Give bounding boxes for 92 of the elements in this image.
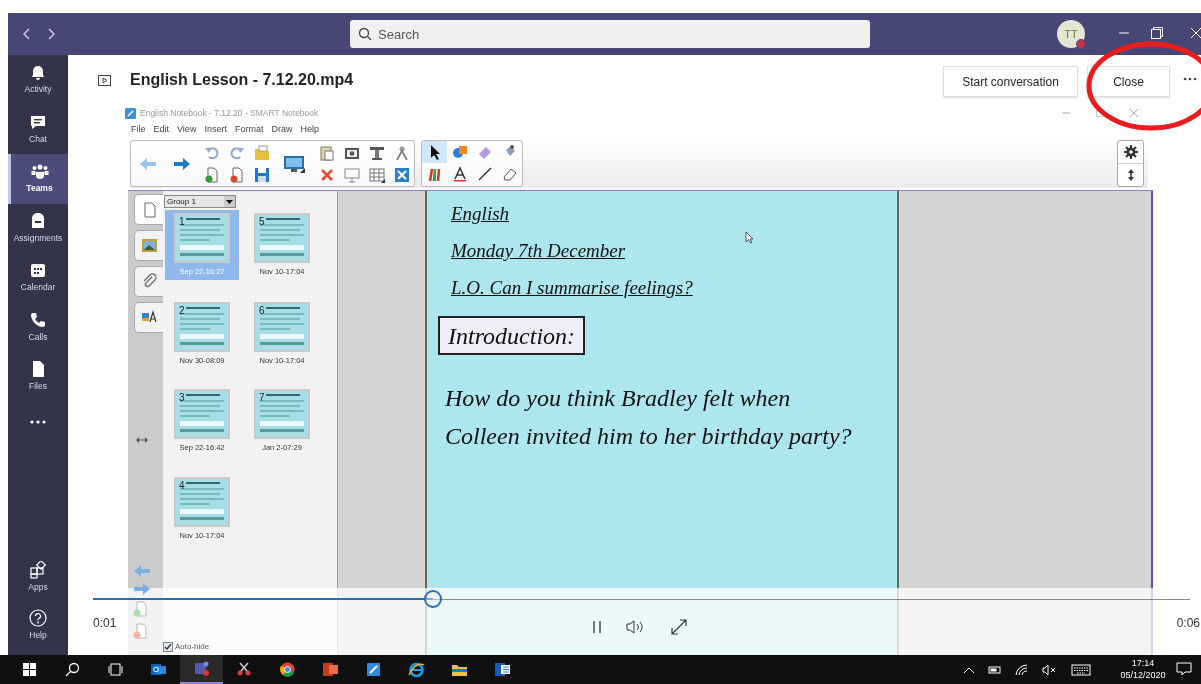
more-options-icon[interactable]	[1183, 77, 1197, 81]
gallery-icon[interactable]	[140, 237, 158, 254]
wifi-icon[interactable]	[1015, 663, 1029, 676]
page-number: 7	[259, 391, 265, 405]
bell-icon	[29, 63, 47, 82]
menu-item[interactable]: Draw	[271, 122, 293, 137]
slides-app-icon[interactable]	[322, 661, 339, 678]
delete-icon[interactable]	[318, 166, 335, 183]
search-field[interactable]: Search	[350, 20, 870, 48]
people-icon	[30, 162, 49, 181]
page-number: 3	[179, 391, 185, 405]
menu-item[interactable]: View	[177, 122, 197, 137]
battery-icon[interactable]	[988, 664, 1002, 675]
apps-icon	[29, 560, 47, 579]
paste-icon[interactable]	[318, 144, 335, 161]
menu-item[interactable]: Insert	[204, 122, 227, 137]
resize-arrows-icon[interactable]	[136, 437, 148, 443]
rail-item[interactable]: Teams	[8, 154, 68, 204]
text-icon[interactable]	[451, 166, 468, 182]
slide-heading: Monday 7th December	[451, 239, 626, 263]
table-icon[interactable]	[368, 166, 385, 183]
compass-icon[interactable]	[393, 144, 410, 161]
rail-item[interactable]: Calendar	[8, 253, 68, 303]
back-icon[interactable]	[22, 27, 32, 41]
forward-icon[interactable]	[46, 27, 56, 41]
dropdown-caret-icon[interactable]	[224, 196, 235, 207]
page-number: 1	[179, 215, 185, 229]
windows-icon[interactable]	[21, 661, 38, 678]
close-button[interactable]: Close	[1087, 66, 1170, 97]
shape-eraser-icon[interactable]	[501, 166, 518, 182]
scissors-icon[interactable]	[236, 661, 253, 678]
notification-icon[interactable]	[1176, 661, 1192, 677]
slide-heading: L.O. Can I summarise feelings?	[451, 276, 693, 300]
seek-thumb[interactable]	[424, 590, 443, 608]
menu-item[interactable]: Format	[234, 122, 264, 137]
clock[interactable]: 17:14 05/12/2020	[1118, 657, 1168, 681]
calendar-icon	[29, 261, 47, 280]
page-number: 4	[179, 479, 185, 493]
mouse-pointer-icon	[745, 231, 754, 244]
add-page-icon[interactable]	[203, 166, 220, 183]
elapsed-time: 0:01	[93, 615, 117, 632]
rail-item[interactable]: Apps	[8, 553, 68, 601]
page-number: 5	[259, 215, 265, 229]
pens-icon[interactable]	[426, 166, 443, 182]
globe-browser-icon[interactable]	[408, 661, 425, 678]
page-number: 2	[179, 304, 185, 318]
pause-icon[interactable]	[592, 620, 602, 634]
line-icon[interactable]	[476, 166, 493, 182]
notebook-window-title: English Notebook - 7.12.20 - SMART Notebook	[140, 107, 319, 120]
bag-icon	[29, 211, 47, 230]
search-icon	[358, 27, 372, 41]
rail-item[interactable]: Chat	[8, 104, 68, 154]
rail-item[interactable]: Assignments	[8, 203, 68, 253]
menu-item[interactable]: File	[131, 122, 146, 137]
keyboard-icon[interactable]	[1071, 663, 1091, 676]
rail-item[interactable]: Activity	[8, 55, 68, 105]
video-file-icon	[98, 74, 111, 86]
notebook-app-icon[interactable]	[365, 661, 382, 678]
page-number: 6	[259, 304, 265, 318]
maximize-icon[interactable]	[1095, 108, 1105, 118]
search-icon[interactable]	[64, 661, 81, 678]
rail-item[interactable]: Help	[8, 601, 68, 649]
phone-icon	[29, 310, 47, 329]
slide-heading: English	[451, 202, 510, 226]
duration-time: 0:06	[1176, 615, 1200, 632]
muted-speaker-icon[interactable]	[1042, 663, 1058, 676]
rail-item[interactable]: Files	[8, 352, 68, 402]
browser-icon[interactable]	[279, 661, 296, 678]
more-icon[interactable]	[29, 418, 47, 425]
close-box-icon[interactable]	[393, 166, 410, 183]
chat-app-icon[interactable]	[193, 660, 210, 677]
task-view-icon[interactable]	[107, 661, 124, 678]
menu-item[interactable]: Help	[300, 122, 319, 137]
rail-item[interactable]: Calls	[8, 302, 68, 352]
help-icon	[29, 608, 47, 627]
shapes-icon[interactable]	[451, 144, 468, 160]
toolbar-icon[interactable]	[368, 144, 385, 161]
document-app-icon[interactable]	[494, 661, 511, 678]
introduction-box: Introduction:	[438, 316, 586, 355]
question-text: How do you think Bradley felt when Colleen invited him to her birthday party?	[445, 384, 853, 451]
volume-icon[interactable]	[626, 619, 646, 635]
avatar[interactable]: TT	[1057, 20, 1085, 48]
mail-app-icon[interactable]	[150, 661, 167, 678]
restore-icon[interactable]	[1150, 26, 1164, 40]
settings-icon[interactable]	[1122, 144, 1139, 160]
save-icon[interactable]	[253, 166, 270, 183]
fullscreen-icon[interactable]	[670, 618, 688, 636]
notebook-logo-icon	[125, 108, 136, 119]
video-title: English Lesson - 7.12.20.mp4	[130, 70, 354, 90]
start-conversation-button[interactable]: Start conversation	[943, 66, 1078, 97]
delete-page-icon[interactable]	[228, 166, 245, 183]
menu-item[interactable]: Edit	[153, 122, 170, 137]
